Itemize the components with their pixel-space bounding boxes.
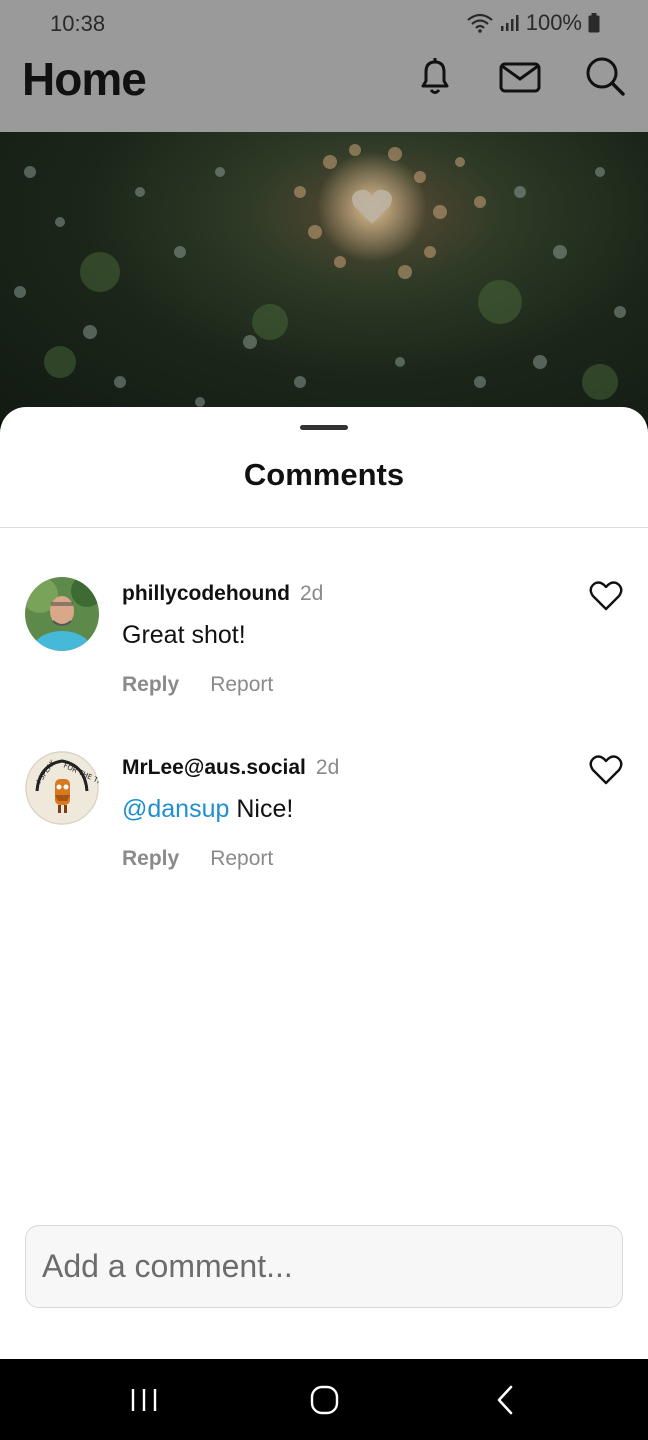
comment-time: 2d [300,582,324,605]
wifi-icon [467,13,493,33]
comment-text: @dansup Nice! [122,795,293,824]
mail-icon[interactable] [498,54,542,98]
post-image-bokeh [0,132,648,422]
status-icons: 100% [466,10,600,36]
username-text[interactable]: MrLee@aus.social [122,756,306,779]
battery-icon [588,13,600,33]
signal-icon [500,15,519,31]
comment-body: Nice! [236,795,294,823]
recent-apps-icon[interactable] [124,1384,164,1416]
comment-time: 2d [315,756,340,779]
avatar-photo [25,577,99,651]
sheet-title: Comments [243,457,405,492]
background-app: 10:38 100% Home [0,0,648,422]
comment-item: phillycodehound 2d Great shot! Reply Repo… [0,577,648,727]
comment-actions: Reply Report [122,847,273,871]
avatar-logo: I SPEAK FOR THE TREES [25,751,99,825]
comment-item: I SPEAK FOR THE TREES MrLee@aus.social 2d… [0,751,648,901]
comment-username[interactable]: phillycodehound 2d [122,582,323,606]
avatar[interactable]: I SPEAK FOR THE TREES [25,751,99,825]
divider [0,527,648,528]
bell-icon[interactable] [413,54,457,98]
heart-icon[interactable] [589,754,623,786]
bokeh-lights [14,144,626,407]
search-icon[interactable] [583,54,627,98]
drag-handle[interactable] [300,425,348,430]
mention-link[interactable]: @dansup [122,795,229,823]
comment-input-container [25,1225,623,1308]
top-app-bar: Home [0,46,648,132]
comment-username[interactable]: MrLee@aus.social 2d [122,756,339,780]
home-icon[interactable] [304,1384,344,1416]
status-bar: 10:38 100% [0,0,648,46]
comment-body: Great shot! [122,621,246,649]
avatar[interactable] [25,577,99,651]
report-button[interactable]: Report [210,673,273,697]
status-time: 10:38 [50,11,106,36]
comment-text: Great shot! [122,621,246,650]
comments-sheet: Comments phillycodehound 2d Great shot! R… [0,407,648,1359]
back-icon[interactable] [486,1384,526,1416]
reply-button[interactable]: Reply [122,673,179,697]
comment-actions: Reply Report [122,673,273,697]
reply-button[interactable]: Reply [122,847,179,871]
battery-percent: 100% [525,10,582,35]
comment-input[interactable] [26,1226,622,1307]
report-button[interactable]: Report [210,847,273,871]
system-nav-bar [0,1359,648,1440]
heart-icon[interactable] [589,580,623,612]
username-text[interactable]: phillycodehound [122,582,290,605]
page-title: Home [22,53,147,105]
